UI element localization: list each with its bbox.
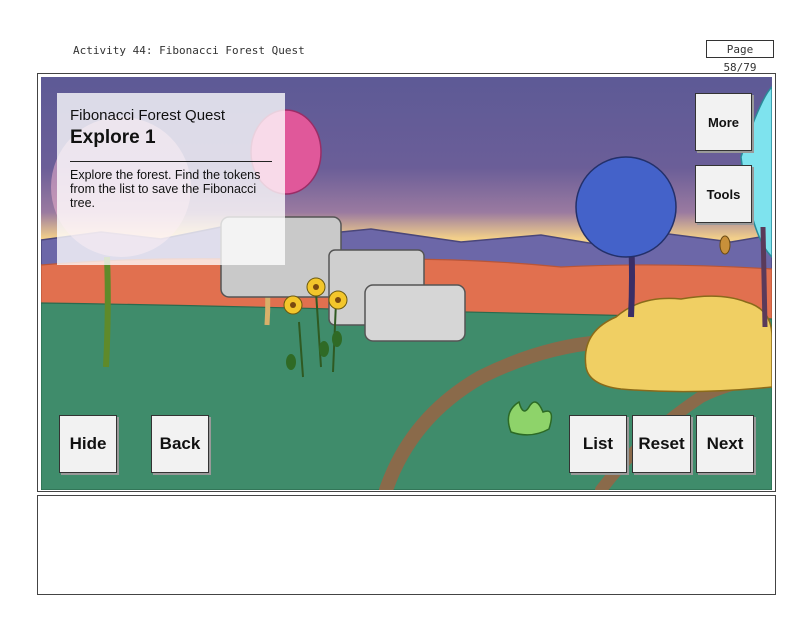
list-button[interactable]: List [569, 415, 627, 473]
blue-tree-crown [575, 156, 677, 258]
info-panel: Fibonacci Forest Quest Explore 1 Explore… [57, 93, 285, 265]
panel-title: Explore 1 [70, 127, 156, 148]
panel-description: Explore the forest. Find the tokens from… [70, 168, 261, 210]
next-button[interactable]: Next [696, 415, 754, 473]
panel-divider [70, 161, 272, 162]
hide-button[interactable]: Hide [59, 415, 117, 473]
back-button[interactable]: Back [151, 415, 209, 473]
page-number: Page 58/79 [706, 40, 774, 74]
cyan-tree-trunk [760, 226, 768, 328]
panel-subtitle: Fibonacci Forest Quest [70, 107, 226, 124]
reset-button[interactable]: Reset [632, 415, 691, 473]
notes-area [37, 495, 776, 595]
pinecone [719, 235, 731, 255]
tools-button[interactable]: Tools [695, 165, 752, 223]
more-button[interactable]: More [695, 93, 752, 151]
activity-title: Activity 44: Fibonacci Forest Quest [73, 44, 305, 57]
rock-3 [364, 284, 466, 342]
left-tree-trunk [103, 256, 111, 368]
